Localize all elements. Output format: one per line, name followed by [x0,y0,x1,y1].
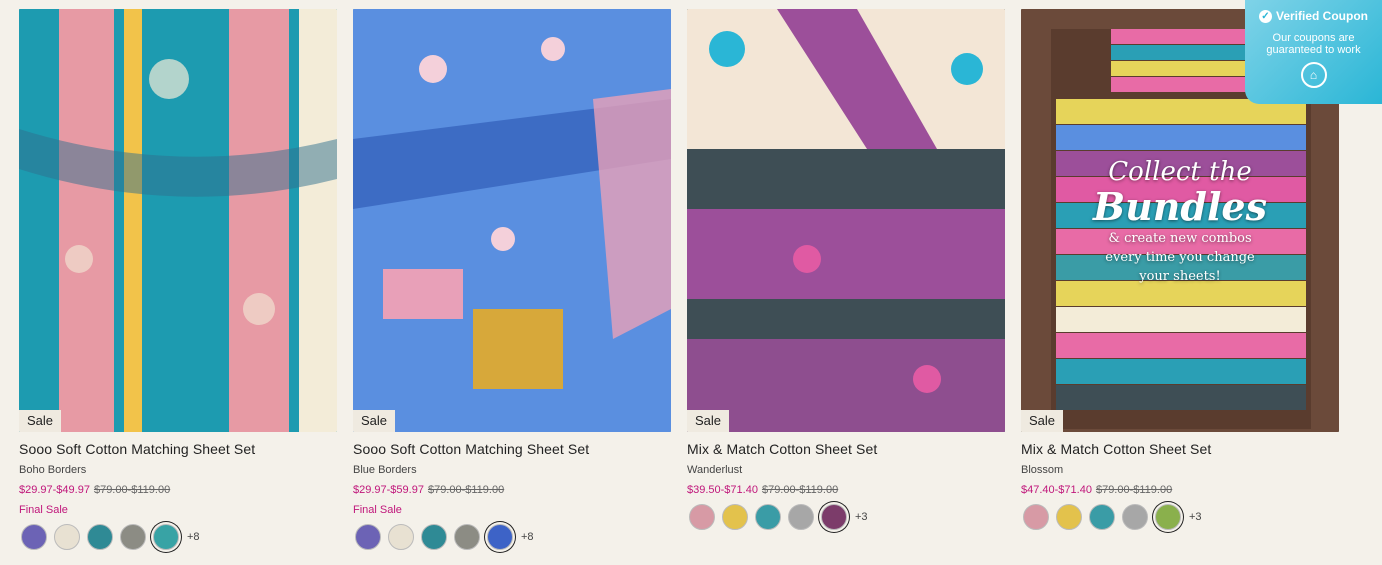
check-circle-icon: ✓ [1258,9,1272,23]
color-swatches: +3 [689,504,1005,530]
swatch-selected[interactable] [487,524,513,550]
sale-price: $47.40-$71.40 [1021,484,1092,496]
product-variant: Blue Borders [353,464,417,476]
swatch-selected[interactable] [821,504,847,530]
swatch[interactable] [54,524,80,550]
product-title[interactable]: Sooo Soft Cotton Matching Sheet Set [19,441,337,457]
swatch[interactable] [388,524,414,550]
swatch-selected[interactable] [1155,504,1181,530]
final-sale-label: Final Sale [353,504,402,516]
more-swatches-count[interactable]: +8 [187,531,200,543]
sale-badge: Sale [353,410,396,432]
product-card[interactable]: Sale Sooo Soft Cotton Matching Sheet Set… [353,9,671,550]
product-title[interactable]: Mix & Match Cotton Sheet Set [687,441,1005,457]
bundle-line: every time you change [1105,250,1255,265]
swatch[interactable] [21,524,47,550]
product-card[interactable]: Sale Mix & Match Cotton Sheet Set Wander… [687,9,1005,530]
coupon-header: ✓ Verified Coupon [1245,9,1382,23]
swatch[interactable] [1023,504,1049,530]
bundle-line: your sheets! [1139,269,1221,284]
final-sale-label: Final Sale [19,504,68,516]
product-price: $47.40-$71.40 $79.00-$119.00 [1021,483,1339,497]
original-price: $79.00-$119.00 [1095,484,1173,496]
swatch[interactable] [755,504,781,530]
sale-badge: Sale [1021,410,1064,432]
more-swatches-count[interactable]: +8 [521,531,534,543]
swatch[interactable] [120,524,146,550]
product-variant: Boho Borders [19,464,87,476]
color-swatches: +8 [355,524,671,550]
swatch[interactable] [1122,504,1148,530]
product-price: $39.50-$71.40 $79.00-$119.00 [687,483,1005,497]
more-swatches-count[interactable]: +3 [1189,511,1202,523]
product-variant: Wanderlust [687,464,743,476]
sale-price: $39.50-$71.40 [687,484,758,496]
sheet-pattern-image [19,9,337,432]
swatch[interactable] [454,524,480,550]
product-title[interactable]: Mix & Match Cotton Sheet Set [1021,441,1339,457]
product-grid: Sale Sooo Soft Cotton Matching Sheet Set… [19,9,1339,565]
sale-badge: Sale [687,410,730,432]
bundle-line: & create new combos [1108,231,1252,246]
more-swatches-count[interactable]: +3 [855,511,868,523]
swatch[interactable] [722,504,748,530]
original-price: $79.00-$119.00 [427,484,505,496]
sale-price: $29.97-$59.97 [353,484,424,496]
swatch-selected[interactable] [153,524,179,550]
bundle-line: Bundles [1093,184,1267,229]
price-tag-icon[interactable]: ⌂ [1300,62,1327,88]
coupon-line: guaranteed to work [1266,44,1361,56]
sheet-pattern-image [353,9,671,432]
swatch[interactable] [87,524,113,550]
sheet-pattern-image [687,9,1005,432]
product-image[interactable]: Sale [19,9,337,432]
color-swatches: +8 [21,524,337,550]
swatch[interactable] [421,524,447,550]
verified-coupon-widget[interactable]: ✓ Verified Coupon Our coupons are guaran… [1245,0,1382,104]
coupon-title: Verified Coupon [1275,9,1368,23]
swatch[interactable] [788,504,814,530]
product-price: $29.97-$59.97 $79.00-$119.00 [353,483,671,497]
bundle-line: Collect the [1108,157,1252,187]
product-card[interactable]: Sale Sooo Soft Cotton Matching Sheet Set… [19,9,337,550]
bundle-overlay-text: Collect the Bundles & create new combos … [1021,157,1339,284]
product-variant: Blossom [1021,464,1064,476]
coupon-line: Our coupons are [1272,32,1355,44]
product-image[interactable]: Sale [353,9,671,432]
sale-price: $29.97-$49.97 [19,484,90,496]
swatch[interactable] [689,504,715,530]
swatch[interactable] [355,524,381,550]
product-image[interactable]: Sale [687,9,1005,432]
product-price: $29.97-$49.97 $79.00-$119.00 [19,483,337,497]
product-title[interactable]: Sooo Soft Cotton Matching Sheet Set [353,441,671,457]
original-price: $79.00-$119.00 [761,484,839,496]
coupon-body: Our coupons are guaranteed to work [1245,32,1382,56]
color-swatches: +3 [1023,504,1339,530]
swatch[interactable] [1089,504,1115,530]
sale-badge: Sale [19,410,62,432]
original-price: $79.00-$119.00 [93,484,171,496]
swatch[interactable] [1056,504,1082,530]
